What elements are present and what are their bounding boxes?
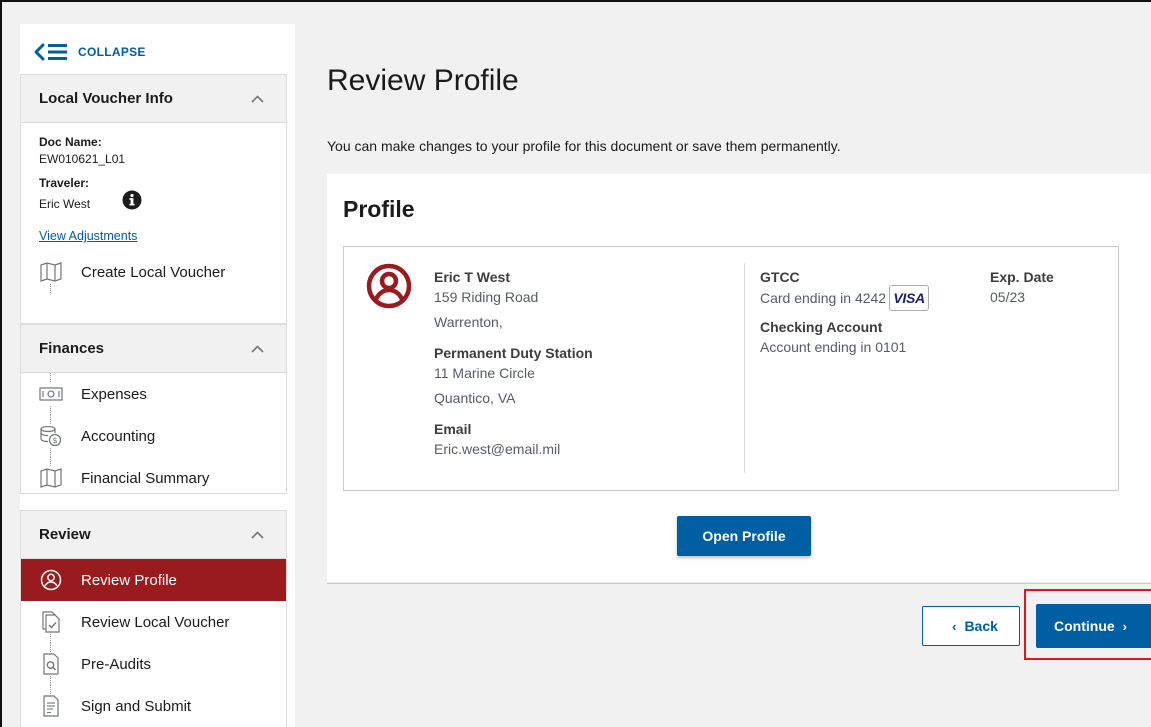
pds-line2: Quantico, VA xyxy=(434,390,516,406)
svg-text:$: $ xyxy=(52,436,57,445)
review-header[interactable]: Review xyxy=(21,511,286,559)
sidebar-item-accounting[interactable]: $ Accounting xyxy=(21,415,286,457)
pds-label: Permanent Duty Station xyxy=(434,345,593,361)
chevron-right-icon: › xyxy=(1122,618,1127,634)
visa-logo-icon: VISA xyxy=(889,285,930,311)
local-voucher-info-header[interactable]: Local Voucher Info xyxy=(21,75,286,123)
section-title: Finances xyxy=(39,340,105,357)
sidebar-item-label: Review Local Voucher xyxy=(81,613,230,631)
page-title: Review Profile xyxy=(327,64,519,97)
map-icon xyxy=(39,260,63,284)
card-title: Profile xyxy=(343,196,415,222)
avatar-icon xyxy=(366,263,412,314)
chevron-left-icon: ‹ xyxy=(952,618,957,634)
address-line1: 159 Riding Road xyxy=(434,289,539,305)
finances-header[interactable]: Finances xyxy=(21,325,286,373)
sidebar-item-sign-and-submit[interactable]: Sign and Submit xyxy=(21,685,286,727)
gtcc-value: Card ending in 4242 xyxy=(760,289,887,306)
app-frame: COLLAPSE Local Voucher Info Doc Name: EW… xyxy=(0,0,1151,727)
back-button[interactable]: ‹ Back xyxy=(922,606,1020,646)
continue-button[interactable]: Continue › xyxy=(1036,604,1151,648)
document-sign-icon xyxy=(39,694,63,718)
doc-info: Doc Name: EW010621_L01 Traveler: Eric We… xyxy=(21,123,286,215)
profile-name: Eric T West xyxy=(434,269,510,285)
column-divider xyxy=(744,263,745,473)
local-voucher-info-section: Local Voucher Info Doc Name: EW010621_L0… xyxy=(20,74,287,324)
exp-date-value: 05/23 xyxy=(990,289,1026,305)
sidebar: COLLAPSE Local Voucher Info Doc Name: EW… xyxy=(20,24,295,727)
profile-details-box: Eric T West 159 Riding Road Warrenton, P… xyxy=(343,246,1119,491)
sidebar-item-label: Accounting xyxy=(81,427,156,445)
back-label: Back xyxy=(964,618,998,634)
address-line2: Warrenton, xyxy=(434,314,503,330)
sidebar-item-label: Financial Summary xyxy=(81,469,210,487)
sidebar-item-financial-summary[interactable]: Financial Summary xyxy=(21,457,286,499)
collapse-arrow-icon xyxy=(34,43,67,61)
profile-exp-column: Exp. Date 05/23 xyxy=(990,269,1110,310)
doc-name-label: Doc Name: xyxy=(39,135,102,149)
chevron-up-icon xyxy=(251,530,264,539)
collapse-button[interactable]: COLLAPSE xyxy=(34,40,146,64)
checking-value: Account ending in 0101 xyxy=(760,339,907,355)
traveler-row: Eric West xyxy=(39,190,268,215)
traveler-value: Eric West xyxy=(39,197,91,211)
sidebar-item-label: Create Local Voucher xyxy=(81,263,226,281)
gtcc-row: Card ending in 4242 VISA xyxy=(760,285,980,311)
view-adjustments-link[interactable]: View Adjustments xyxy=(39,229,286,243)
document-search-icon xyxy=(39,652,63,676)
coins-icon: $ xyxy=(39,424,63,448)
chevron-up-icon xyxy=(251,344,264,353)
exp-date-label: Exp. Date xyxy=(990,269,1054,285)
sidebar-item-label: Expenses xyxy=(81,385,147,403)
sidebar-item-label: Pre-Audits xyxy=(81,655,152,673)
review-section: Review Review Profile Review Local Vouch… xyxy=(20,510,287,727)
gtcc-label: GTCC xyxy=(760,269,800,285)
section-title: Review xyxy=(39,526,91,543)
documents-check-icon xyxy=(39,610,63,634)
profile-address-column: Eric T West 159 Riding Road Warrenton, P… xyxy=(434,269,734,462)
sidebar-item-pre-audits[interactable]: Pre-Audits xyxy=(21,643,286,685)
finances-section: Finances Expenses $ Accounting Financial… xyxy=(20,324,287,494)
user-circle-icon xyxy=(39,568,63,592)
doc-name-value: EW010621_L01 xyxy=(39,152,126,166)
profile-card: Profile Eric T West 159 Riding Road Warr… xyxy=(327,174,1151,582)
sidebar-item-create-local-voucher[interactable]: Create Local Voucher xyxy=(21,251,286,293)
sidebar-item-review-local-voucher[interactable]: Review Local Voucher xyxy=(21,601,286,643)
checking-label: Checking Account xyxy=(760,319,883,335)
page-subtitle: You can make changes to your profile for… xyxy=(327,138,841,154)
sidebar-item-label: Review Profile xyxy=(81,571,177,589)
profile-payment-column: GTCC Card ending in 4242 VISA Checking A… xyxy=(760,269,980,360)
collapse-label: COLLAPSE xyxy=(78,45,146,59)
sidebar-item-review-profile[interactable]: Review Profile xyxy=(21,559,286,601)
info-icon[interactable] xyxy=(122,190,142,215)
open-profile-button[interactable]: Open Profile xyxy=(677,516,811,556)
footer-divider xyxy=(327,583,1151,584)
section-title: Local Voucher Info xyxy=(39,90,173,107)
pds-line1: 11 Marine Circle xyxy=(434,365,535,381)
money-icon xyxy=(39,382,63,406)
continue-label: Continue xyxy=(1054,618,1115,634)
email-value: Eric.west@email.mil xyxy=(434,441,561,457)
map-icon xyxy=(39,466,63,490)
email-label: Email xyxy=(434,421,472,437)
sidebar-item-expenses[interactable]: Expenses xyxy=(21,373,286,415)
traveler-label: Traveler: xyxy=(39,176,90,190)
sidebar-item-label: Sign and Submit xyxy=(81,697,192,715)
chevron-up-icon xyxy=(251,94,264,103)
